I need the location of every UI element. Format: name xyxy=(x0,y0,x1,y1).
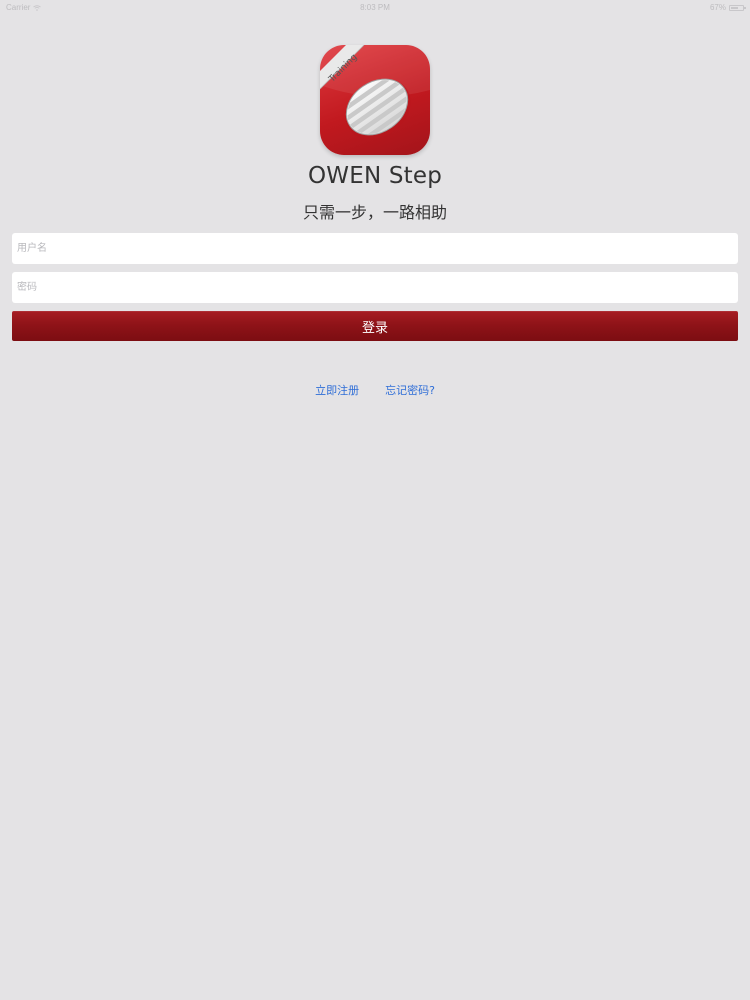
auth-links: 立即注册 忘记密码? xyxy=(0,382,750,398)
app-slogan: 只需一步，一路相助 xyxy=(302,203,447,222)
status-time: 8:03 PM xyxy=(360,3,390,12)
login-button[interactable]: 登录 xyxy=(12,311,738,341)
username-input[interactable] xyxy=(12,233,738,264)
forgot-password-link[interactable]: 忘记密码? xyxy=(385,382,435,398)
app-logo: Training xyxy=(320,45,430,155)
battery-percentage: 67% xyxy=(709,3,726,12)
app-title: OWEN Step xyxy=(307,163,443,189)
battery-icon xyxy=(729,4,746,11)
register-link[interactable]: 立即注册 xyxy=(315,382,359,398)
app-logo-graphic: Training xyxy=(320,45,430,146)
password-input[interactable] xyxy=(12,272,738,303)
battery-indicator: 67% xyxy=(709,3,746,12)
battery-level-fill xyxy=(731,6,738,9)
status-bar: Carrier 8:03 PM 67% xyxy=(0,0,750,16)
